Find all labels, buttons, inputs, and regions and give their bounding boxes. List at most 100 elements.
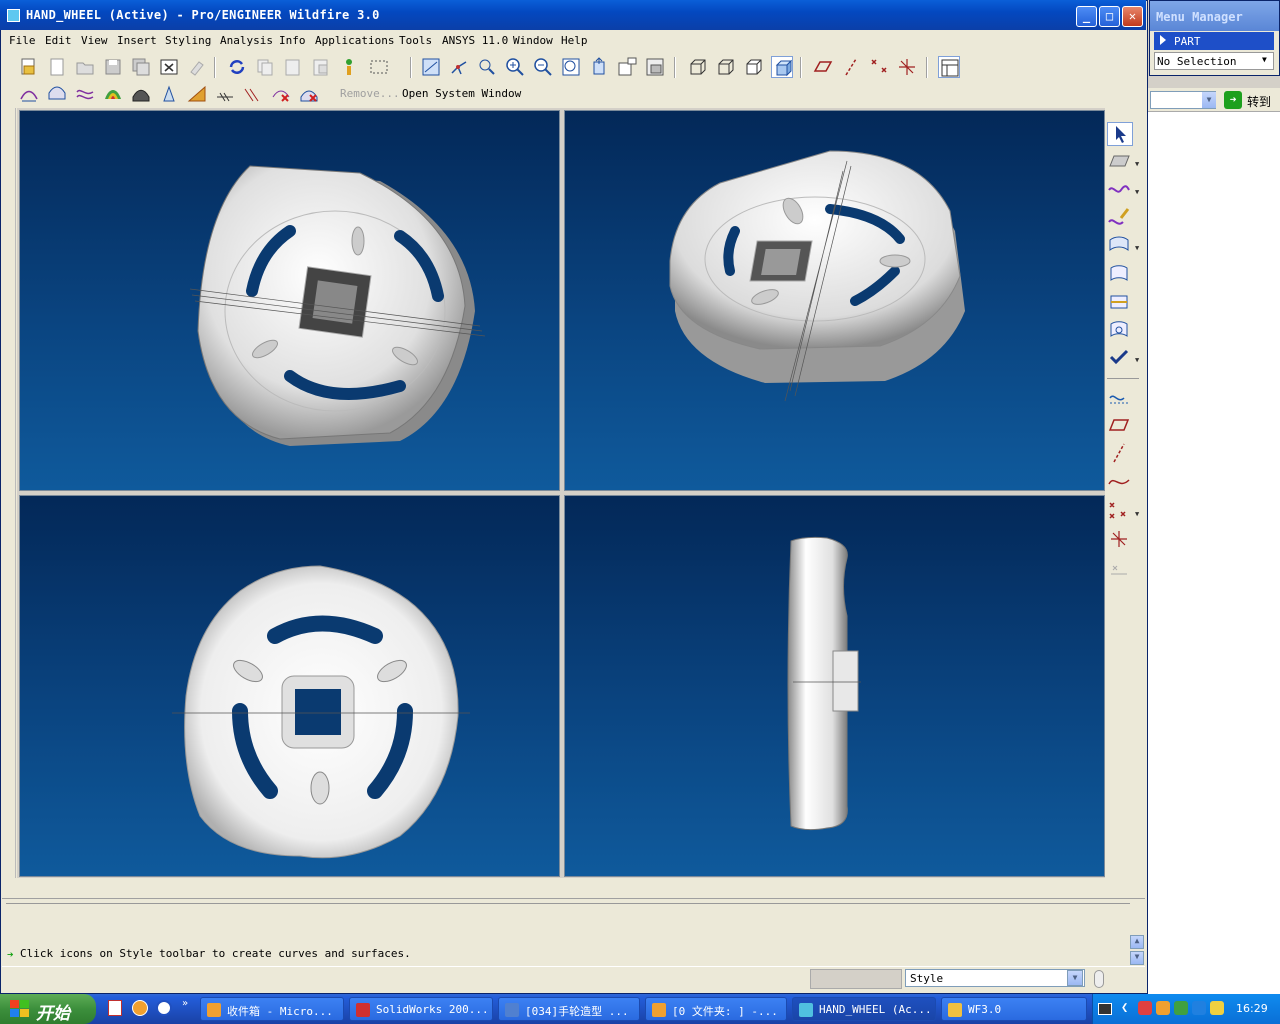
layer-icon[interactable] [644,56,666,78]
tray-ime-icon[interactable] [1138,1001,1152,1015]
edit-curve-icon[interactable] [1107,206,1133,230]
task-solidworks[interactable]: SolidWorks 200... [349,997,493,1021]
menu-insert[interactable]: Insert [117,34,157,47]
wireframe-icon[interactable] [686,56,708,78]
menu-ansys[interactable]: ANSYS 11.0 [442,34,508,47]
task-proe-active[interactable]: HAND_WHEEL (Ac... [792,997,936,1021]
refit-icon[interactable] [560,56,582,78]
address-dropdown-icon[interactable]: ▼ [1202,92,1216,108]
viewport-bottom-right[interactable] [564,495,1105,877]
menu-view[interactable]: View [81,34,108,47]
filter-select[interactable]: Style [905,969,1085,987]
selection-box-icon[interactable] [368,56,390,78]
delete-analysis-icon[interactable] [270,83,292,105]
minimize-button[interactable]: _ [1076,6,1097,27]
filter-dropdown-icon[interactable]: ▼ [1067,970,1083,986]
menu-styling[interactable]: Styling [165,34,211,47]
selection-dropdown-icon[interactable]: ▼ [1262,55,1267,64]
tray-expand-icon[interactable]: ❮ [1121,1000,1128,1014]
viewport-bottom-left[interactable] [19,495,560,877]
offset-icon[interactable] [74,83,96,105]
close-button[interactable]: ✕ [1122,6,1143,27]
remove-label[interactable]: Remove... [340,87,400,100]
analysis-feature-icon[interactable] [1107,556,1133,580]
tray-outlook-icon[interactable] [1156,1001,1170,1015]
delete-all-analyses-icon[interactable] [298,83,320,105]
selection-select[interactable]: No Selection [1154,52,1274,70]
surface-icon[interactable] [1107,234,1133,258]
datum-curve-icon[interactable] [1107,470,1133,494]
quicklaunch-player-icon[interactable] [156,1000,172,1016]
zoom-out-icon[interactable] [532,56,554,78]
copy-icon[interactable] [254,56,276,78]
datum-points-toggle-icon[interactable] [868,56,890,78]
quicklaunch-pdf-icon[interactable] [108,1000,122,1016]
menu-analysis[interactable]: Analysis [220,34,273,47]
task-folder[interactable]: [0 文件夹: ] -... [645,997,787,1021]
open-folder-icon[interactable] [74,56,96,78]
axis-display-icon[interactable] [448,56,470,78]
task-hand-wheel-doc[interactable]: [034]手轮造型 ... [498,997,640,1021]
curve-dropdown-icon[interactable]: ▼ [1135,188,1141,196]
no-hidden-icon[interactable] [742,56,764,78]
model-player-icon[interactable] [338,56,360,78]
menu-info[interactable]: Info [279,34,306,47]
connect-surface-icon[interactable] [1107,262,1133,286]
point-display-icon[interactable] [476,56,498,78]
paste-icon[interactable] [282,56,304,78]
datum-display-icon[interactable] [420,56,442,78]
dihedral-icon[interactable] [242,83,264,105]
erase-icon[interactable] [186,56,208,78]
plane-dropdown-icon[interactable]: ▼ [1135,160,1141,168]
point-dropdown-icon[interactable]: ▼ [1135,510,1141,518]
style-tree-icon[interactable] [938,56,960,78]
close-window-icon[interactable] [158,56,180,78]
menu-help[interactable]: Help [561,34,588,47]
active-plane-icon[interactable] [1107,150,1133,174]
maximize-button[interactable]: □ [1099,6,1120,27]
save-icon[interactable] [102,56,124,78]
csys-toggle-icon[interactable] [896,56,918,78]
open-system-window-link[interactable]: Open System Window [402,87,521,100]
trim-surface-icon[interactable] [1107,290,1133,314]
gaussian-icon[interactable] [102,83,124,105]
zoom-in-icon[interactable] [504,56,526,78]
coordinate-system-icon[interactable] [1107,528,1133,552]
menu-part-item[interactable]: PART [1154,32,1274,50]
menu-applications[interactable]: Applications [315,34,394,47]
edit-surface-icon[interactable] [1107,318,1133,342]
message-scroll-up[interactable]: ▲ [1130,935,1144,949]
draft-icon[interactable] [158,83,180,105]
reflection-icon[interactable] [214,83,236,105]
datum-axes-toggle-icon[interactable] [840,56,862,78]
create-curve-icon[interactable] [1107,178,1133,202]
task-wf30-folder[interactable]: WF3.0 [941,997,1087,1021]
tray-network-icon[interactable] [1192,1001,1206,1015]
reorient-icon[interactable] [588,56,610,78]
datum-point-icon[interactable] [1107,500,1133,524]
curvature-surface-icon[interactable] [130,83,152,105]
tray-security-icon[interactable] [1210,1001,1224,1015]
message-scroll-down[interactable]: ▼ [1130,951,1144,965]
sketch-icon[interactable] [1107,386,1133,410]
done-dropdown-icon[interactable]: ▼ [1135,356,1141,364]
surface-dropdown-icon[interactable]: ▼ [1135,244,1141,252]
menu-edit[interactable]: Edit [45,34,72,47]
blank-doc-icon[interactable] [46,56,68,78]
regenerate-icon[interactable] [226,56,248,78]
title-bar[interactable]: HAND_WHEEL (Active) - Pro/ENGINEER Wildf… [0,0,1146,30]
slope-icon[interactable] [186,83,208,105]
graphics-area[interactable] [17,108,1105,878]
quicklaunch-outlook-icon[interactable] [132,1000,148,1016]
menu-tools[interactable]: Tools [399,34,432,47]
curvature-icon[interactable] [18,83,40,105]
select-arrow-icon[interactable] [1107,122,1133,146]
keyboard-icon[interactable] [1098,1003,1112,1015]
datum-axis-icon[interactable] [1107,442,1133,466]
save-copy-icon[interactable] [130,56,152,78]
menu-window[interactable]: Window [513,34,553,47]
datum-plane-icon[interactable] [1107,414,1133,438]
paste-special-icon[interactable] [310,56,332,78]
menu-file[interactable]: File [9,34,36,47]
viewport-top-right[interactable] [564,110,1105,491]
